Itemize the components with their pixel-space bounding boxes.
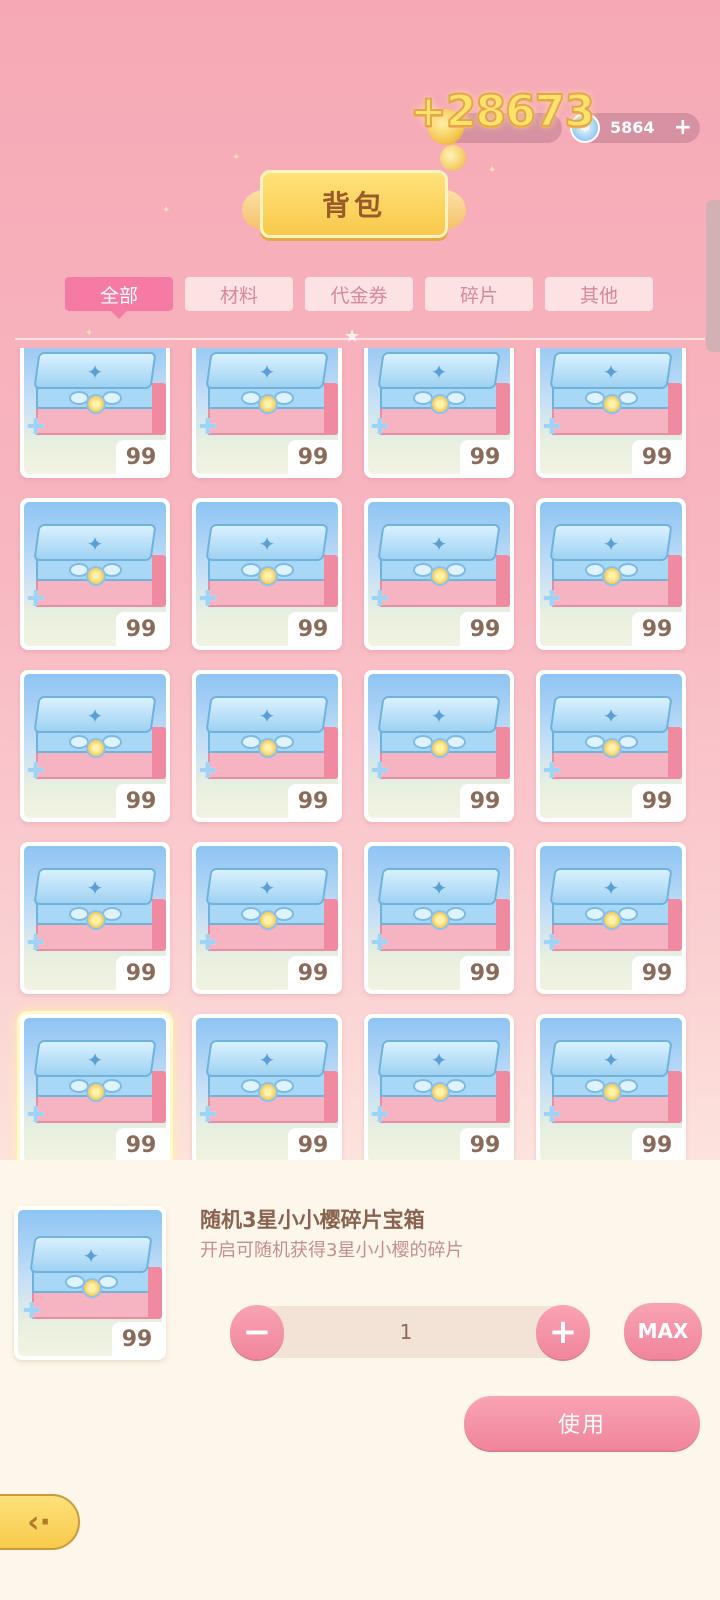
- gift-box-icon: ✦ ✚: [27, 696, 166, 788]
- selected-item-icon: ✦ ✚ 99: [14, 1206, 166, 1360]
- gift-box-icon: ✦ ✚: [543, 868, 682, 960]
- item-quantity: 99: [288, 440, 338, 474]
- item-quantity: 99: [288, 1128, 338, 1160]
- inventory-item-slot[interactable]: ✦ ✚ 99: [192, 498, 342, 650]
- item-quantity: 99: [460, 784, 510, 818]
- gift-box-icon: ✦ ✚: [199, 524, 338, 616]
- page-title-plate: 背包: [242, 170, 466, 248]
- gift-box-icon: ✦ ✚: [371, 352, 510, 444]
- item-quantity: 99: [288, 956, 338, 990]
- back-icon: ‹·: [27, 1504, 51, 1540]
- item-quantity: 99: [288, 784, 338, 818]
- gift-box-icon: ✦ ✚: [27, 868, 166, 960]
- item-quantity: 99: [632, 440, 682, 474]
- inventory-item-slot[interactable]: ✦ ✚ 99: [536, 670, 686, 822]
- item-quantity: 99: [116, 1128, 166, 1160]
- item-quantity: 99: [288, 612, 338, 646]
- item-quantity: 99: [632, 956, 682, 990]
- selected-item-quantity: 99: [112, 1322, 162, 1356]
- category-tabs: 全部 材料 代金券 碎片 其他: [65, 277, 665, 319]
- inventory-item-slot[interactable]: ✦ ✚ 99: [192, 1014, 342, 1160]
- inventory-item-slot[interactable]: ✦ ✚ 99: [536, 348, 686, 478]
- divider-star-icon: ★: [344, 326, 361, 347]
- tab-materials[interactable]: 材料: [185, 277, 293, 311]
- gift-box-icon: ✦ ✚: [27, 1040, 166, 1132]
- inventory-item-slot[interactable]: ✦ ✚ 99: [20, 842, 170, 994]
- inventory-item-slot[interactable]: ✦ ✚ 99: [20, 348, 170, 478]
- gift-box-icon: ✦ ✚: [27, 352, 166, 444]
- inventory-item-slot[interactable]: ✦ ✚ 99: [364, 1014, 514, 1160]
- gift-box-icon: ✦ ✚: [543, 352, 682, 444]
- gift-box-icon: ✦ ✚: [23, 1236, 162, 1328]
- item-quantity: 99: [632, 1128, 682, 1160]
- coin-gain-popup: +28673: [409, 85, 596, 138]
- inventory-item-slot[interactable]: ✦ ✚ 99: [536, 1014, 686, 1160]
- item-quantity: 99: [460, 1128, 510, 1160]
- back-button[interactable]: ‹·: [0, 1494, 80, 1550]
- tab-vouchers[interactable]: 代金券: [305, 277, 413, 311]
- gift-box-icon: ✦ ✚: [199, 352, 338, 444]
- increase-quantity-button[interactable]: +: [536, 1305, 590, 1359]
- inventory-item-slot[interactable]: ✦ ✚ 99: [364, 348, 514, 478]
- tab-fragments[interactable]: 碎片: [425, 277, 533, 311]
- item-description: 开启可随机获得3星小小樱的碎片: [200, 1240, 464, 1261]
- inventory-item-slot[interactable]: ✦ ✚ 99: [192, 842, 342, 994]
- gift-box-icon: ✦ ✚: [199, 1040, 338, 1132]
- inventory-item-slot[interactable]: ✦ ✚ 99: [20, 1014, 170, 1160]
- gift-box-icon: ✦ ✚: [543, 524, 682, 616]
- gift-box-icon: ✦ ✚: [371, 868, 510, 960]
- item-quantity: 99: [460, 440, 510, 474]
- gift-box-icon: ✦ ✚: [371, 696, 510, 788]
- item-quantity: 99: [116, 440, 166, 474]
- tab-other[interactable]: 其他: [545, 277, 653, 311]
- inventory-item-slot[interactable]: ✦ ✚ 99: [20, 670, 170, 822]
- inventory-item-slot[interactable]: ✦ ✚ 99: [364, 670, 514, 822]
- gift-box-icon: ✦ ✚: [371, 524, 510, 616]
- quantity-value[interactable]: 1: [256, 1306, 556, 1358]
- inventory-item-slot[interactable]: ✦ ✚ 99: [364, 498, 514, 650]
- side-scroll-handle[interactable]: [706, 200, 720, 352]
- inventory-item-slot[interactable]: ✦ ✚ 99: [192, 670, 342, 822]
- item-quantity: 99: [632, 784, 682, 818]
- gift-box-icon: ✦ ✚: [371, 1040, 510, 1132]
- inventory-item-slot[interactable]: ✦ ✚ 99: [536, 842, 686, 994]
- inventory-item-slot[interactable]: ✦ ✚ 99: [364, 842, 514, 994]
- gift-box-icon: ✦ ✚: [543, 1040, 682, 1132]
- item-quantity: 99: [116, 956, 166, 990]
- gift-box-icon: ✦ ✚: [199, 696, 338, 788]
- item-name: 随机3星小小樱碎片宝箱: [200, 1208, 425, 1232]
- inventory-item-slot[interactable]: ✦ ✚ 99: [536, 498, 686, 650]
- item-quantity: 99: [116, 784, 166, 818]
- page-title: 背包: [321, 189, 386, 222]
- inventory-item-slot[interactable]: ✦ ✚ 99: [192, 348, 342, 478]
- item-quantity: 99: [460, 612, 510, 646]
- item-quantity: 99: [460, 956, 510, 990]
- add-gems-button[interactable]: +: [674, 115, 692, 141]
- item-quantity: 99: [632, 612, 682, 646]
- max-quantity-button[interactable]: MAX: [624, 1303, 702, 1359]
- gift-box-icon: ✦ ✚: [199, 868, 338, 960]
- use-button[interactable]: 使用: [464, 1396, 700, 1450]
- tab-all[interactable]: 全部: [65, 277, 173, 319]
- item-quantity: 99: [116, 612, 166, 646]
- decrease-quantity-button[interactable]: −: [230, 1305, 284, 1359]
- coin-float-icon: [440, 145, 466, 171]
- inventory-grid[interactable]: ✦ ✚ 99 ✦ ✚ 99 ✦ ✚ 99 ✦ ✚ 99 ✦ ✚ 99 ✦ ✚ 99 ✦ ✚ 99 ✦ ✚ 99 ✦ ✚ 99 ✦ ✚ 99…: [0, 348, 720, 1160]
- gift-box-icon: ✦ ✚: [27, 524, 166, 616]
- inventory-item-slot[interactable]: ✦ ✚ 99: [20, 498, 170, 650]
- gem-amount: 5864: [610, 118, 655, 137]
- gift-box-icon: ✦ ✚: [543, 696, 682, 788]
